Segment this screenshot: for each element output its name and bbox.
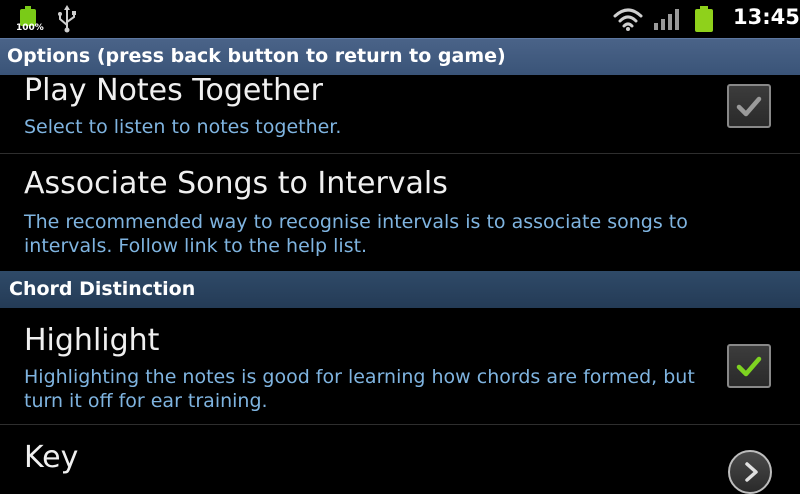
pref-title: Key <box>24 440 79 475</box>
title-bar: Options (press back button to return to … <box>0 38 800 75</box>
key-chevron-button[interactable] <box>728 450 772 494</box>
battery-percent: 100% <box>16 23 44 33</box>
page-title: Options (press back button to return to … <box>7 45 506 67</box>
pref-key[interactable]: Key <box>0 425 800 480</box>
signal-icon <box>654 9 679 30</box>
status-bar: 100% 13:45 <box>0 0 800 38</box>
usb-icon <box>58 5 76 33</box>
highlight-checkbox[interactable] <box>727 344 771 388</box>
check-icon <box>736 96 762 117</box>
category-label: Chord Distinction <box>9 278 196 300</box>
battery-icon <box>695 6 713 32</box>
pref-play-notes-together[interactable]: Play Notes Together Select to listen to … <box>0 73 800 153</box>
pref-summary: The recommended way to recognise interva… <box>24 211 688 257</box>
play-notes-together-checkbox[interactable] <box>727 84 771 128</box>
wifi-icon <box>613 8 643 31</box>
pref-title: Play Notes Together <box>24 73 323 108</box>
category-header: Chord Distinction <box>0 271 800 308</box>
pref-highlight[interactable]: Highlight Highlighting the notes is good… <box>0 308 800 424</box>
chevron-right-icon <box>745 462 758 482</box>
pref-associate-songs[interactable]: Associate Songs to Intervals The recomme… <box>0 154 800 271</box>
check-icon <box>736 356 762 377</box>
pref-title: Associate Songs to Intervals <box>24 166 448 201</box>
pref-summary: Select to listen to notes together. <box>24 116 342 138</box>
status-clock: 13:45 <box>733 5 800 29</box>
pref-title: Highlight <box>24 323 160 358</box>
pref-summary: Highlighting the notes is good for learn… <box>24 366 695 412</box>
